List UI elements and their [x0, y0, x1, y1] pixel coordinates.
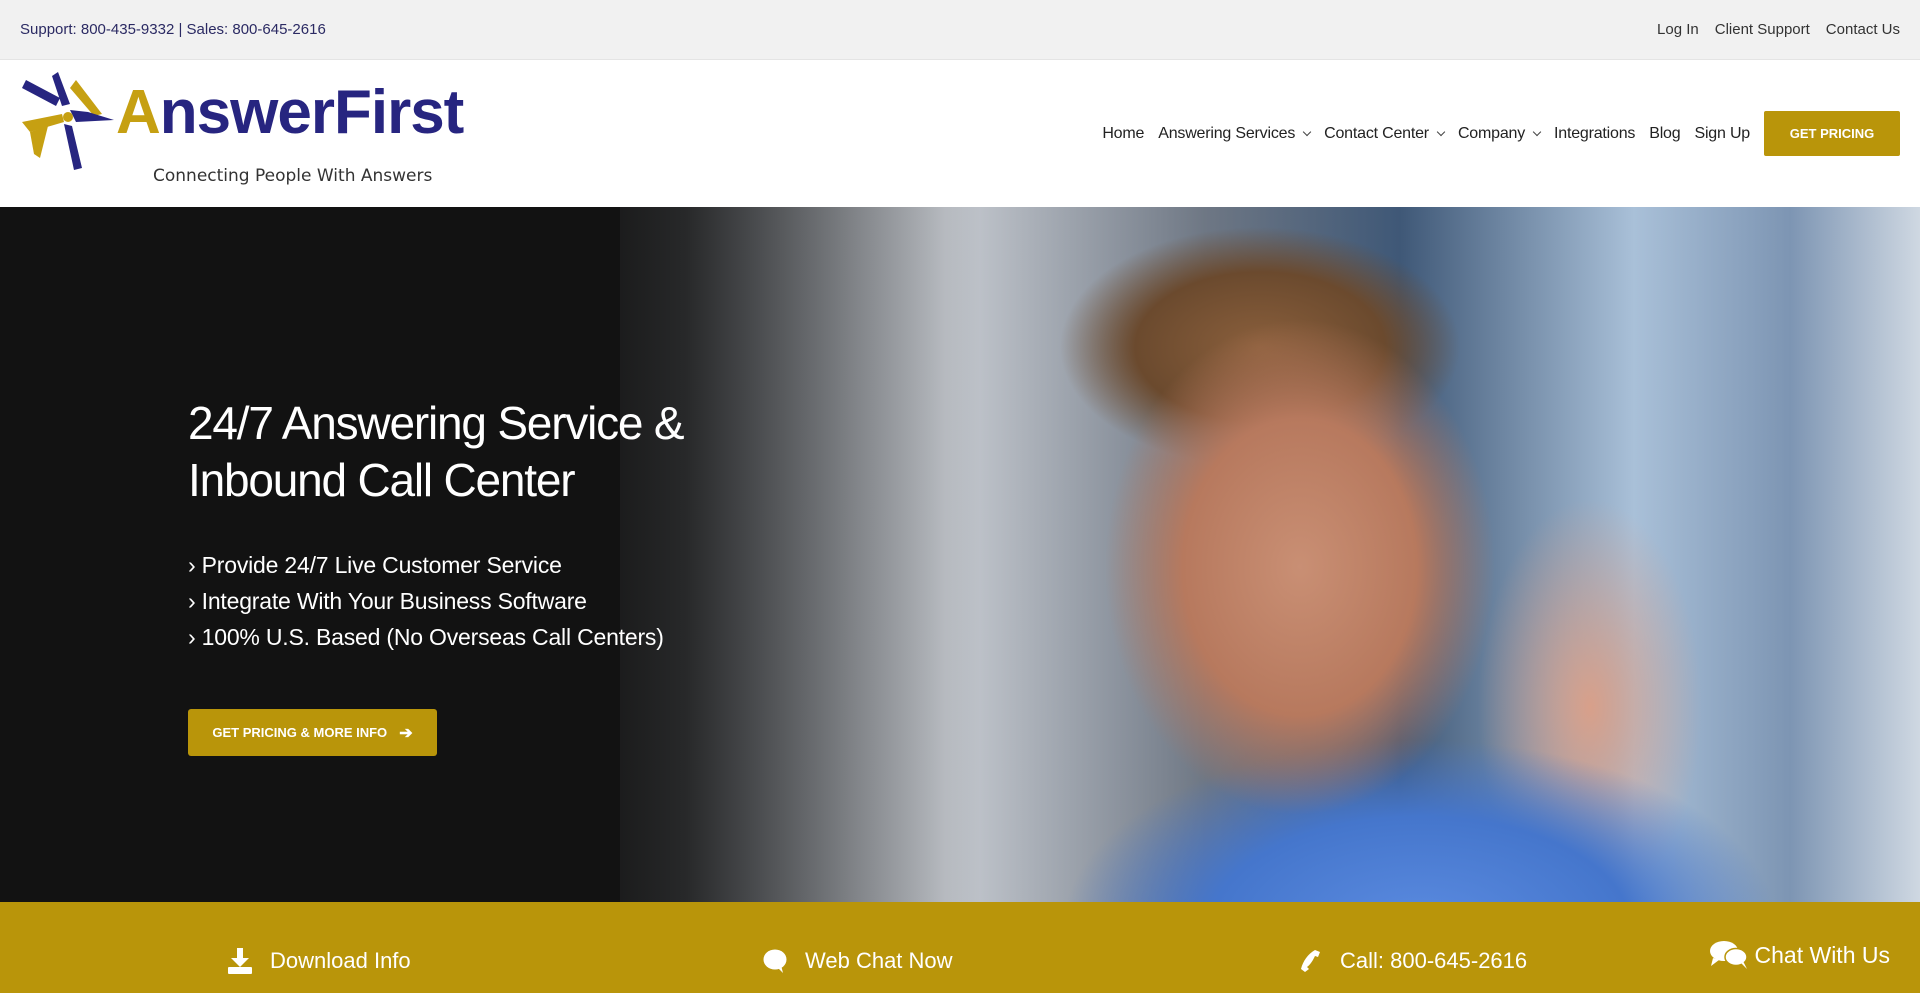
call-phone-link[interactable]: Call: 800-645-2616: [1298, 948, 1527, 974]
logo-star-icon: [22, 72, 114, 170]
download-info-link[interactable]: Download Info: [228, 948, 411, 974]
top-utility-bar: Support: 800-435-9332 | Sales: 800-645-2…: [0, 0, 1920, 60]
nav-home[interactable]: Home: [1102, 125, 1144, 143]
get-pricing-more-info-button[interactable]: GET PRICING & MORE INFO ➔: [188, 709, 437, 756]
nav-answering-services[interactable]: Answering Services: [1158, 125, 1312, 143]
nav-blog[interactable]: Blog: [1649, 125, 1680, 143]
chevron-down-icon: [1532, 127, 1542, 136]
chevron-down-icon: [1436, 127, 1446, 136]
web-chat-now-link[interactable]: Web Chat Now: [763, 948, 953, 974]
answerfirst-logo[interactable]: AnswerFirst Connecting People With Answe…: [18, 70, 464, 186]
site-header: AnswerFirst Connecting People With Answe…: [0, 60, 1920, 207]
nav-contact-center[interactable]: Contact Center: [1324, 125, 1446, 143]
hero-bullet: › Provide 24/7 Live Customer Service: [188, 552, 562, 578]
chevron-down-icon: [1302, 127, 1312, 136]
hero-content: 24/7 Answering Service & Inbound Call Ce…: [188, 395, 685, 756]
logo-tagline: Connecting People With Answers: [153, 166, 433, 186]
hero-bullet-list: › Provide 24/7 Live Customer Service › I…: [188, 547, 683, 655]
main-nav: Home Answering Services Contact Center C…: [1102, 111, 1900, 156]
chat-bubbles-icon: [1709, 941, 1748, 969]
hero-bullet: › 100% U.S. Based (No Overseas Call Cent…: [188, 624, 664, 650]
chat-bubble-icon: [763, 949, 787, 973]
arrow-right-icon: ➔: [399, 724, 413, 742]
nav-integrations[interactable]: Integrations: [1554, 125, 1635, 143]
login-link[interactable]: Log In: [1657, 21, 1699, 38]
contact-us-link[interactable]: Contact Us: [1826, 21, 1900, 38]
logo-wordmark: AnswerFirst: [116, 78, 464, 147]
client-support-link[interactable]: Client Support: [1715, 21, 1810, 38]
download-icon: [228, 948, 252, 974]
hero-title: 24/7 Answering Service & Inbound Call Ce…: [188, 397, 685, 506]
hero-bullet: › Integrate With Your Business Software: [188, 588, 587, 614]
get-pricing-button[interactable]: GET PRICING: [1764, 111, 1900, 156]
hero-section: 24/7 Answering Service & Inbound Call Ce…: [0, 207, 1920, 902]
nav-company[interactable]: Company: [1458, 125, 1542, 143]
support-sales-phone-numbers: Support: 800-435-9332 | Sales: 800-645-2…: [20, 21, 326, 38]
phone-icon: [1301, 950, 1320, 972]
utility-links: Log In Client Support Contact Us: [1657, 21, 1900, 38]
nav-sign-up[interactable]: Sign Up: [1694, 125, 1750, 143]
chat-with-us-widget[interactable]: Chat With Us: [1709, 940, 1890, 970]
